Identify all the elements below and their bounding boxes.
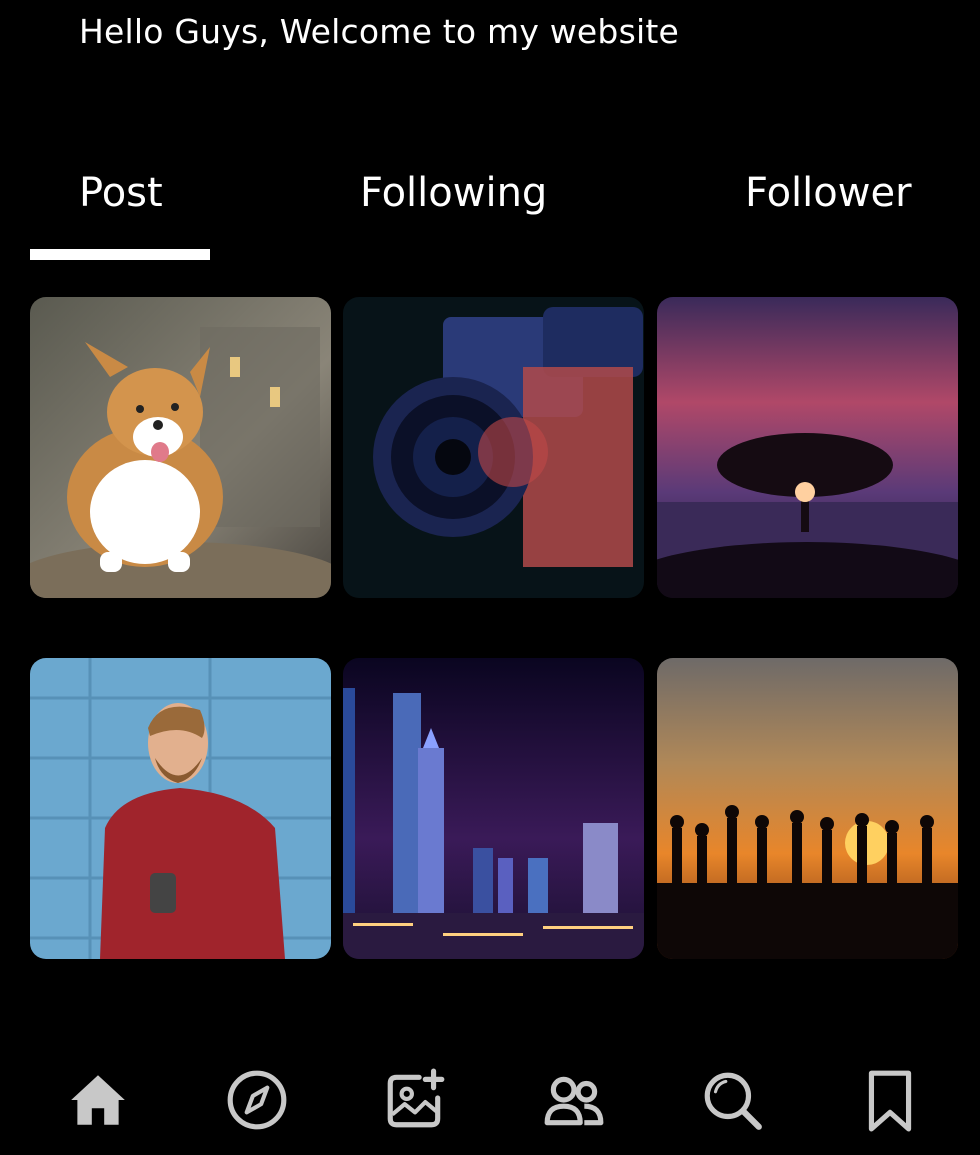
search-button[interactable] [692, 1060, 772, 1140]
corgi-image [30, 297, 331, 598]
search-icon [704, 1072, 762, 1130]
profile-tabs: Post Following Follower [0, 165, 980, 265]
people-button[interactable] [534, 1060, 614, 1140]
post-thumbnail-camera[interactable] [343, 297, 644, 598]
tab-post[interactable]: Post [79, 165, 163, 221]
bottom-navigation [0, 1060, 980, 1140]
active-tab-indicator [30, 249, 210, 260]
post-thumbnail-city-night[interactable] [343, 658, 644, 959]
post-thumbnail-tree-sunset[interactable] [657, 297, 958, 598]
home-icon [71, 1075, 125, 1125]
saved-button[interactable] [850, 1060, 930, 1140]
tab-follower[interactable]: Follower [745, 165, 912, 221]
post-thumbnail-corgi[interactable] [30, 297, 331, 598]
compass-icon [227, 1070, 287, 1130]
bookmark-icon [868, 1070, 912, 1132]
add-post-button[interactable] [375, 1060, 455, 1140]
explore-button[interactable] [217, 1060, 297, 1140]
tree-sunset-image [657, 297, 958, 598]
post-thumbnail-silhouettes[interactable] [657, 658, 958, 959]
home-button[interactable] [58, 1060, 138, 1140]
post-thumbnail-man[interactable] [30, 658, 331, 959]
profile-bio: Hello Guys, Welcome to my website [79, 12, 679, 51]
add-photo-icon [387, 1068, 445, 1128]
city-night-image [343, 658, 644, 959]
tab-following[interactable]: Following [360, 165, 547, 221]
silhouettes-sunset-image [657, 658, 958, 959]
people-icon [544, 1076, 604, 1126]
man-image [30, 658, 331, 959]
camera-image [343, 297, 644, 598]
